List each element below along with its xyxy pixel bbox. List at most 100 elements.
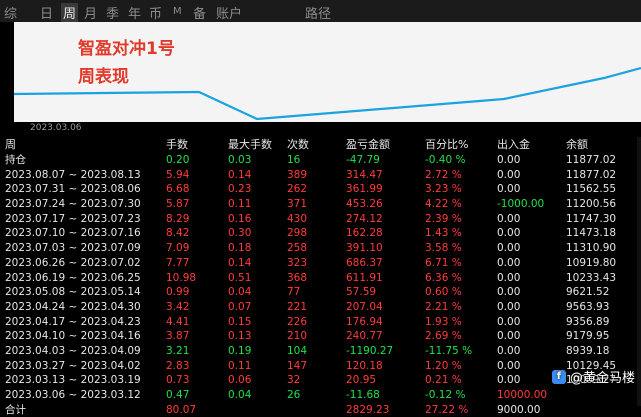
cell-pnl: 361.99 xyxy=(346,183,383,196)
cell-count: 210 xyxy=(287,330,308,343)
cell-lots: 0.99 xyxy=(166,286,190,299)
cell-pnl: 391.10 xyxy=(346,242,383,255)
table-row[interactable]: 持仓 0.20 0.03 16 -47.79 -0.40 % 0.00 11877.02 xyxy=(0,153,641,168)
cell-max-lots: 0.06 xyxy=(228,374,252,387)
tab-yearly[interactable]: 年 xyxy=(128,3,141,22)
cell-lots: 10.98 xyxy=(166,271,197,284)
cell-pnl: 207.04 xyxy=(346,300,383,313)
table-row[interactable]: 2023.03.06 ~ 2023.03.12 0.47 0.04 26 -11.68 -… xyxy=(0,388,641,403)
tab-weekly[interactable]: 周 xyxy=(61,3,79,22)
cell-lots: 8.29 xyxy=(166,212,190,225)
cell-count: 104 xyxy=(287,344,308,357)
table-row[interactable]: 2023.04.03 ~ 2023.04.09 3.21 0.19 104 -1190.… xyxy=(0,344,641,359)
cell-flow: 9000.00 xyxy=(497,403,541,416)
cell-flow: 0.00 xyxy=(497,374,521,387)
cell-count: 389 xyxy=(287,168,308,181)
total-row[interactable]: 合计 80.07 2829.23 27.22 % 9000.00 xyxy=(0,403,641,417)
cell-pnl: 453.26 xyxy=(346,198,383,211)
cell-pnl: -1190.27 xyxy=(346,344,394,357)
col-balance[interactable]: 余额 xyxy=(566,137,588,153)
col-percent[interactable]: 百分比% xyxy=(425,137,468,153)
cell-lots: 7.09 xyxy=(166,242,190,255)
col-max-lots[interactable]: 最大手数 xyxy=(228,137,272,153)
cell-pnl: -47.79 xyxy=(346,154,380,166)
cell-pct: 1.43 % xyxy=(425,227,462,240)
tab-bar: 综 日 周 月 季 年 币 M 备 账户 路径 xyxy=(0,0,641,22)
table-row[interactable]: 2023.07.17 ~ 2023.07.23 8.29 0.16 430 274.12… xyxy=(0,212,641,227)
cell-pct: 3.58 % xyxy=(425,242,462,255)
cell-pct: 6.36 % xyxy=(425,271,462,284)
cell-period: 2023.04.10 ~ 2023.04.16 xyxy=(5,330,141,343)
cell-balance: 9179.95 xyxy=(566,330,610,343)
cell-max-lots: 0.30 xyxy=(228,227,252,240)
cell-lots: 3.87 xyxy=(166,330,190,343)
col-count[interactable]: 次数 xyxy=(287,137,309,153)
cell-flow: 0.00 xyxy=(497,154,521,166)
weekly-table: 周 手数 最大手数 次数 盈亏金额 百分比% 出入金 余额 持仓 0.20 0.03… xyxy=(0,137,641,417)
cell-flow: -1000.00 xyxy=(497,198,545,211)
cell-flow: 0.00 xyxy=(497,271,521,284)
tab-monthly[interactable]: 月 xyxy=(84,3,97,22)
cell-max-lots: 0.14 xyxy=(228,168,252,181)
cell-period: 2023.07.24 ~ 2023.07.30 xyxy=(5,198,141,211)
cell-count: 26 xyxy=(287,389,301,401)
tab-daily[interactable]: 日 xyxy=(40,3,53,22)
cell-max-lots: 0.13 xyxy=(228,330,252,343)
cell-pnl: 57.59 xyxy=(346,286,377,299)
cell-balance: 10233.43 xyxy=(566,271,617,284)
cell-pct: 0.21 % xyxy=(425,374,462,387)
cell-flow: 0.00 xyxy=(497,227,521,240)
tab-currency[interactable]: 币 xyxy=(149,3,162,22)
tab-account[interactable]: 账户 xyxy=(216,3,242,22)
cell-pct: 2.69 % xyxy=(425,330,462,343)
cell-flow: 10000.00 xyxy=(497,389,548,401)
cell-count: 368 xyxy=(287,271,308,284)
tab-overview[interactable]: 综 xyxy=(4,3,17,22)
cell-count: 430 xyxy=(287,212,308,225)
cell-period: 2023.07.17 ~ 2023.07.23 xyxy=(5,212,141,225)
table-row[interactable]: 2023.03.27 ~ 2023.04.02 2.83 0.11 147 120.18… xyxy=(0,359,641,374)
tab-m[interactable]: M xyxy=(173,6,182,17)
cell-pnl: 176.94 xyxy=(346,315,383,328)
cell-flow: 0.00 xyxy=(497,330,521,343)
tab-quarterly[interactable]: 季 xyxy=(106,3,119,22)
cell-lots: 2.83 xyxy=(166,359,190,372)
scrollbar[interactable] xyxy=(637,137,641,406)
cell-balance: 11200.56 xyxy=(566,198,617,211)
cell-balance: 10919.80 xyxy=(566,256,617,269)
cell-count: 298 xyxy=(287,227,308,240)
cell-lots: 6.68 xyxy=(166,183,190,196)
tab-notes[interactable]: 备 xyxy=(193,3,206,22)
table-row[interactable]: 2023.04.24 ~ 2023.04.30 3.42 0.07 221 207.04… xyxy=(0,300,641,315)
col-flow[interactable]: 出入金 xyxy=(497,137,530,153)
cell-lots: 7.77 xyxy=(166,256,190,269)
table-row[interactable]: 2023.04.17 ~ 2023.04.23 4.41 0.15 226 176.94… xyxy=(0,315,641,330)
table-row[interactable]: 2023.06.26 ~ 2023.07.02 7.77 0.14 323 686.37… xyxy=(0,256,641,271)
table-row[interactable]: 2023.07.24 ~ 2023.07.30 5.87 0.11 371 453.26… xyxy=(0,197,641,212)
table-row[interactable]: 2023.07.31 ~ 2023.08.06 6.68 0.23 262 361.99… xyxy=(0,182,641,197)
cell-pnl: 611.91 xyxy=(346,271,383,284)
cell-balance: 11877.02 xyxy=(566,154,617,166)
cell-balance: 11310.90 xyxy=(566,242,617,255)
table-row[interactable]: 2023.04.10 ~ 2023.04.16 3.87 0.13 210 240.77… xyxy=(0,329,641,344)
table-row[interactable]: 2023.08.07 ~ 2023.08.13 5.94 0.14 389 314.47… xyxy=(0,168,641,183)
col-pnl[interactable]: 盈亏金额 xyxy=(346,137,390,153)
cell-pct: 2.21 % xyxy=(425,300,462,313)
cell-flow: 0.00 xyxy=(497,242,521,255)
cell-lots: 5.94 xyxy=(166,168,190,181)
cell-period: 持仓 xyxy=(5,154,26,166)
cell-period: 2023.03.06 ~ 2023.03.12 xyxy=(5,389,141,401)
table-row[interactable]: 2023.07.03 ~ 2023.07.09 7.09 0.18 258 391.10… xyxy=(0,241,641,256)
cell-flow: 0.00 xyxy=(497,286,521,299)
col-week[interactable]: 周 xyxy=(5,137,16,153)
cell-pct: -11.75 % xyxy=(425,344,473,357)
col-lots[interactable]: 手数 xyxy=(166,137,188,153)
cell-lots: 5.87 xyxy=(166,198,190,211)
table-row[interactable]: 2023.06.19 ~ 2023.06.25 10.98 0.51 368 611.9… xyxy=(0,271,641,286)
cell-balance: 11747.30 xyxy=(566,212,617,225)
cell-max-lots: 0.16 xyxy=(228,212,252,225)
tab-path[interactable]: 路径 xyxy=(305,3,331,22)
table-row[interactable]: 2023.05.08 ~ 2023.05.14 0.99 0.04 77 57.59 0.… xyxy=(0,285,641,300)
table-row[interactable]: 2023.07.10 ~ 2023.07.16 8.42 0.30 298 162.28… xyxy=(0,226,641,241)
table-row[interactable]: 2023.03.13 ~ 2023.03.19 0.73 0.06 32 20.95 0.… xyxy=(0,373,641,388)
